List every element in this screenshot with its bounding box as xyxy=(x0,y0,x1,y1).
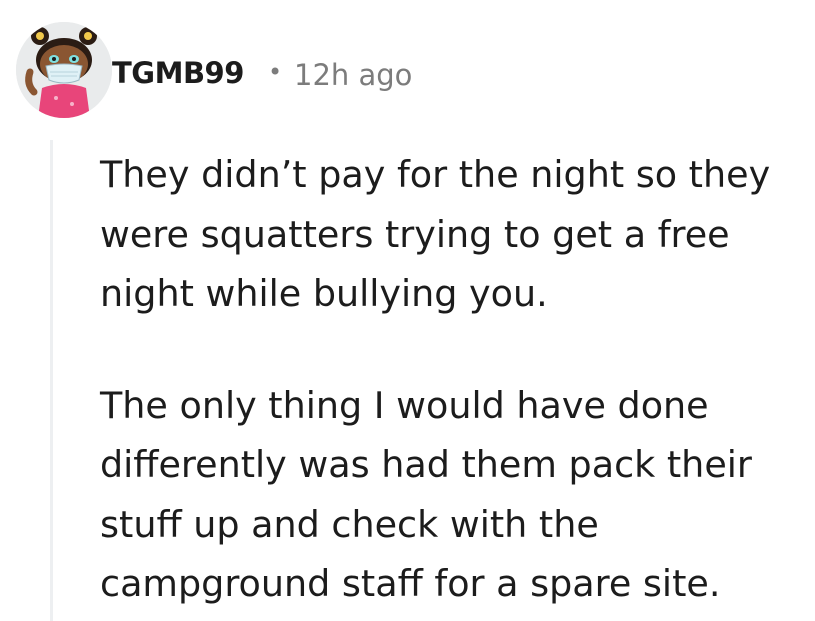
snoo-avatar-with-mask-icon xyxy=(16,22,112,118)
thread-collapse-line[interactable] xyxy=(50,140,53,621)
comment: TGMB99 • 12h ago They didn’t pay for the… xyxy=(0,0,815,621)
comment-paragraph: The only thing I would have done differe… xyxy=(100,383,752,606)
meta-separator: • xyxy=(268,58,283,86)
comment-timestamp[interactable]: 12h ago xyxy=(294,58,412,92)
comment-paragraph: They didn’t pay for the night so they we… xyxy=(100,153,771,315)
username-link[interactable]: TGMB99 xyxy=(112,56,244,90)
user-avatar[interactable] xyxy=(16,22,112,118)
comment-body: They didn’t pay for the night so they we… xyxy=(100,145,800,614)
